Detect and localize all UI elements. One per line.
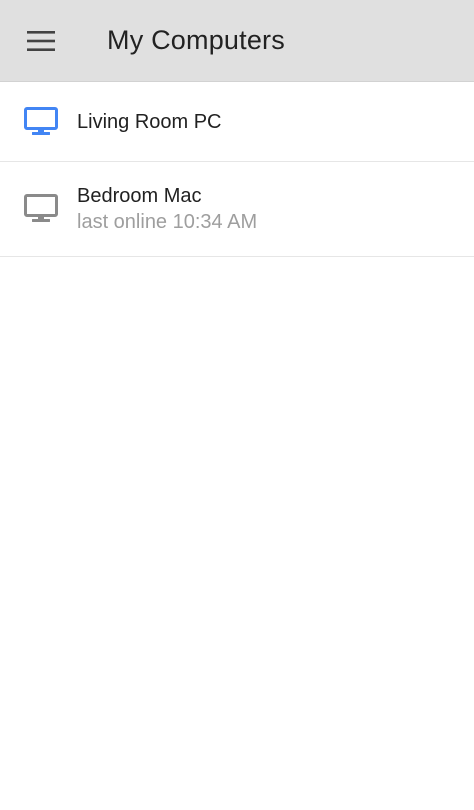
- computer-list: Living Room PC Bedroom Mac last online 1…: [0, 82, 474, 257]
- page-title: My Computers: [107, 25, 285, 55]
- monitor-icon: [5, 194, 77, 224]
- computer-item-text: Bedroom Mac last online 10:34 AM: [77, 183, 257, 235]
- app-root: My Computers Living Room PC Bedroom Mac …: [0, 0, 474, 810]
- last-online-status: last online 10:34 AM: [77, 211, 258, 233]
- menu-button[interactable]: [0, 0, 82, 82]
- computer-item-living-room-pc[interactable]: Living Room PC: [0, 82, 474, 162]
- computer-item-bedroom-mac[interactable]: Bedroom Mac last online 10:34 AM: [0, 162, 474, 257]
- computer-item-text: Living Room PC: [77, 109, 222, 135]
- computer-name: Living Room PC: [77, 110, 222, 133]
- top-app-bar: My Computers: [0, 0, 474, 82]
- computer-name: Bedroom Mac: [77, 185, 202, 207]
- monitor-icon: [5, 106, 77, 137]
- hamburger-menu-icon: [27, 30, 55, 51]
